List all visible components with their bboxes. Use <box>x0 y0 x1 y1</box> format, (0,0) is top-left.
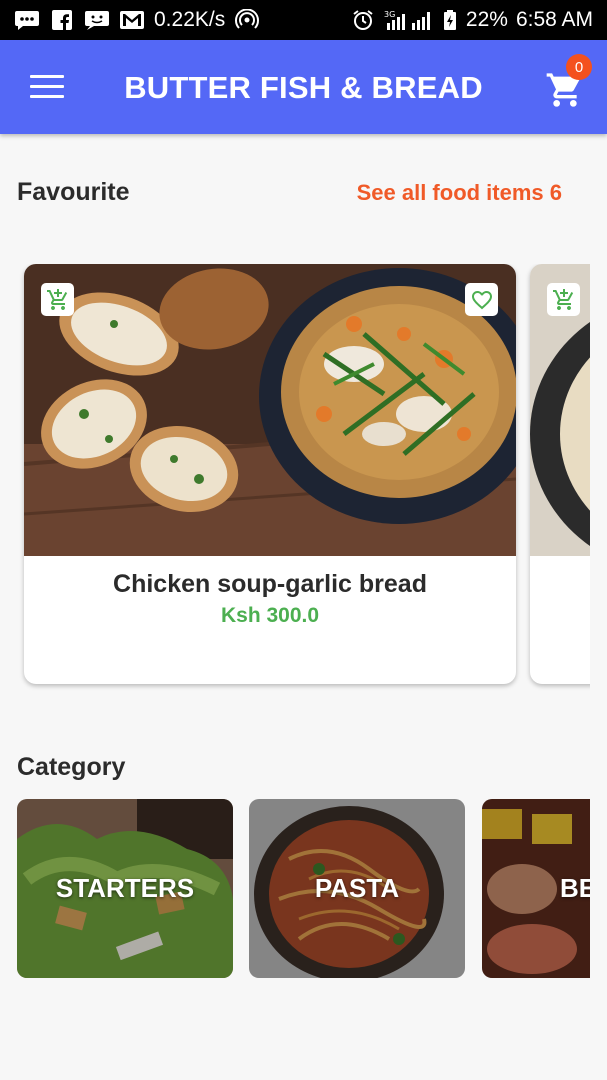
category-label: STARTERS <box>55 873 195 903</box>
category-label: BE <box>560 873 590 903</box>
clock: 6:58 AM <box>515 8 593 31</box>
food-name: Chicken soup-garlic bread <box>113 570 427 598</box>
category-carousel[interactable]: STARTERS PASTA BE <box>0 799 590 979</box>
food-card[interactable] <box>530 264 590 684</box>
food-image <box>24 264 516 556</box>
message-icon <box>84 9 110 31</box>
heart-icon[interactable] <box>465 283 498 316</box>
network-type: 3G <box>384 10 395 19</box>
hotspot-icon <box>234 8 260 31</box>
network-speed: 0.22K/s <box>154 8 226 31</box>
category-card-pasta[interactable]: PASTA <box>249 799 465 978</box>
battery-icon <box>442 9 458 31</box>
favourite-carousel[interactable]: Chicken soup-garlic bread Ksh 300.0 <box>0 264 590 694</box>
category-card-starters[interactable]: STARTERS <box>17 799 233 978</box>
category-card-beef[interactable]: BE <box>482 799 590 978</box>
signal-icon: 3G <box>384 9 434 31</box>
app-bar: BUTTER FISH & BREAD <box>0 40 607 134</box>
food-card[interactable]: Chicken soup-garlic bread Ksh 300.0 <box>24 264 516 684</box>
food-price: Ksh 300.0 <box>220 604 320 627</box>
cart-count-badge: 0 <box>566 54 592 80</box>
app-title: BUTTER FISH & BREAD <box>124 70 483 105</box>
category-label: PASTA <box>314 873 400 903</box>
chat-notification-icon <box>14 9 40 31</box>
alarm-icon <box>350 9 376 31</box>
favourite-section-title: Favourite <box>17 178 130 206</box>
add-to-cart-icon[interactable] <box>547 283 580 316</box>
category-section-title: Category <box>17 753 126 781</box>
see-all-link[interactable]: See all food items 6 <box>357 180 562 206</box>
facebook-icon <box>49 9 75 31</box>
battery-level: 22% <box>465 8 508 31</box>
status-bar: 0.22K/s 3G 22% 6:58 AM <box>0 0 607 40</box>
gmail-icon <box>119 9 145 31</box>
add-to-cart-icon[interactable] <box>41 283 74 316</box>
